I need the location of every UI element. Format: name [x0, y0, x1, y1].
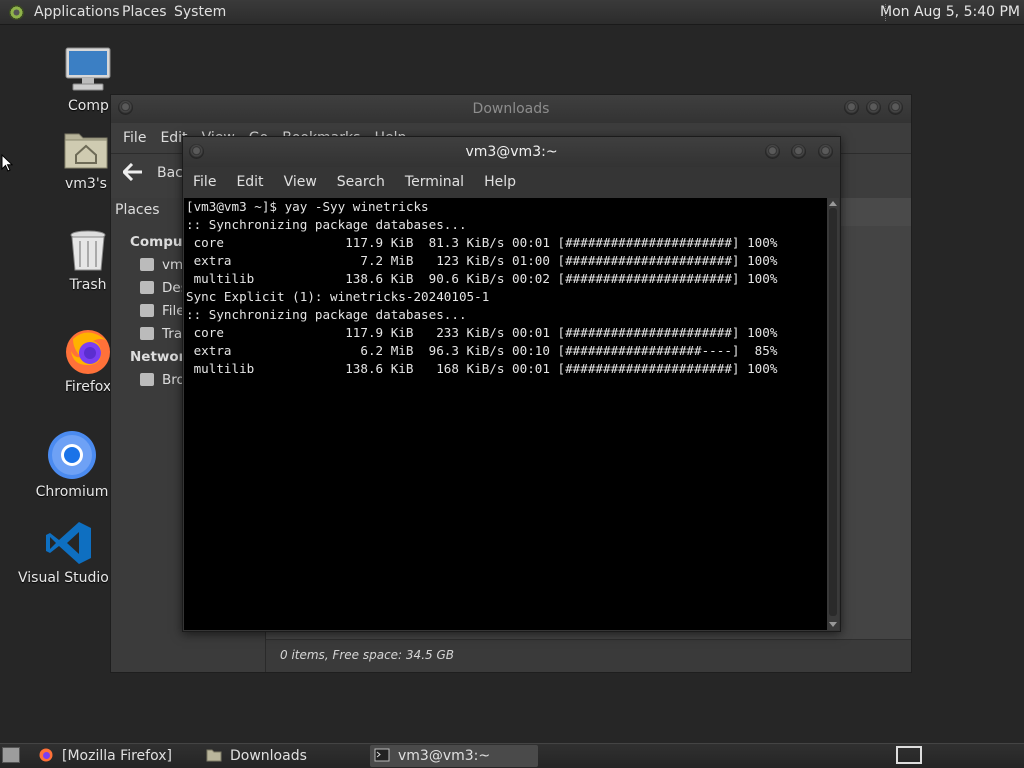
close-button[interactable]	[818, 144, 833, 159]
menu-file[interactable]: File	[123, 130, 146, 146]
desktop-icon-label: Chromium	[35, 484, 109, 500]
terminal-line: multilib 138.6 KiB 90.6 KiB/s 00:02 [###…	[186, 271, 778, 286]
terminal-icon	[374, 748, 390, 762]
bottom-taskbar: [Mozilla Firefox] Downloads vm3@vm3:~	[0, 743, 1024, 768]
mouse-pointer-icon	[1, 154, 13, 172]
terminal-line: :: Synchronizing package databases...	[186, 217, 467, 232]
network-icon	[140, 373, 154, 386]
status-text: 0 items, Free space: 34.5 GB	[280, 648, 454, 662]
menu-search[interactable]: Search	[337, 174, 385, 190]
drive-icon	[140, 304, 154, 317]
menu-view[interactable]: View	[284, 174, 317, 190]
window-title: vm3@vm3:~	[465, 144, 558, 160]
close-button[interactable]	[888, 100, 903, 115]
maximize-button[interactable]	[791, 144, 806, 159]
taskbar-item-label: vm3@vm3:~	[398, 748, 491, 764]
desktop-icon-vscode[interactable]: Visual Studio Code	[18, 520, 112, 586]
menu-edit[interactable]: Edit	[236, 174, 263, 190]
workspace-switcher[interactable]	[896, 746, 922, 764]
taskbar-item-terminal[interactable]: vm3@vm3:~	[370, 745, 538, 767]
vscode-icon	[46, 522, 91, 564]
terminal-scrollbar[interactable]	[827, 198, 839, 630]
terminal-line: :: Synchronizing package databases...	[186, 307, 467, 322]
taskbar-item-firefox[interactable]: [Mozilla Firefox]	[38, 745, 198, 767]
home-folder-icon	[64, 133, 108, 169]
terminal-titlebar[interactable]: vm3@vm3:~	[183, 137, 840, 167]
chromium-icon	[48, 431, 96, 479]
desktop-icon-chromium[interactable]: Chromium	[32, 430, 112, 500]
trash-icon	[70, 230, 106, 271]
terminal-window[interactable]: vm3@vm3:~ File Edit View Search Terminal Help…	[182, 136, 841, 632]
clock[interactable]: Mon Aug 5, 5:40 PM	[880, 0, 1020, 25]
computer-icon	[65, 47, 111, 91]
window-menu-button[interactable]	[189, 144, 204, 159]
terminal-line: Sync Explicit (1): winetricks-20240105-1	[186, 289, 490, 304]
taskbar-item-downloads[interactable]: Downloads	[206, 745, 366, 767]
terminal-line: [vm3@vm3 ~]$ yay -Syy winetricks	[186, 199, 429, 214]
scroll-up-icon[interactable]	[829, 201, 837, 206]
window-title: Downloads	[472, 101, 550, 117]
terminal-line: core 117.9 KiB 233 KiB/s 00:01 [########…	[186, 325, 778, 340]
taskbar-item-label: [Mozilla Firefox]	[62, 748, 172, 764]
scroll-down-icon[interactable]	[829, 622, 837, 627]
folder-icon	[206, 749, 222, 762]
minimize-button[interactable]	[844, 100, 859, 115]
terminal-line: core 117.9 KiB 81.3 KiB/s 00:01 [#######…	[186, 235, 778, 250]
taskbar-item-label: Downloads	[230, 748, 307, 764]
terminal-line: multilib 138.6 KiB 168 KiB/s 00:01 [####…	[186, 361, 778, 376]
applications-menu[interactable]: Applications	[34, 0, 120, 25]
file-manager-titlebar[interactable]: Downloads	[111, 95, 911, 123]
terminal-line: extra 7.2 MiB 123 KiB/s 01:00 [#########…	[186, 253, 778, 268]
firefox-icon	[66, 330, 110, 374]
maximize-button[interactable]	[866, 100, 881, 115]
home-icon	[140, 258, 154, 271]
terminal-output[interactable]: [vm3@vm3 ~]$ yay -Syy winetricks :: Sync…	[184, 198, 827, 630]
places-menu[interactable]: Places	[122, 0, 167, 25]
terminal-line: extra 6.2 MiB 96.3 KiB/s 00:10 [########…	[186, 343, 778, 358]
top-panel: Applications Places System Mon Aug 5, 5:…	[0, 0, 1024, 25]
minimize-button[interactable]	[765, 144, 780, 159]
desktop-icon-label: Visual Studio Code	[18, 570, 112, 586]
system-menu[interactable]: System	[174, 0, 226, 25]
back-arrow-icon	[123, 163, 142, 181]
firefox-icon	[39, 748, 53, 762]
desktop-icon	[140, 281, 154, 294]
places-dropdown[interactable]: Places	[115, 202, 160, 218]
menu-file[interactable]: File	[193, 174, 216, 190]
applications-logo-icon[interactable]	[9, 5, 24, 20]
menu-help[interactable]: Help	[484, 174, 516, 190]
window-menu-button[interactable]	[118, 100, 133, 115]
status-bar: 0 items, Free space: 34.5 GB	[266, 639, 911, 672]
show-desktop-icon[interactable]	[2, 747, 20, 763]
scrollbar-thumb[interactable]	[829, 208, 837, 616]
menu-terminal[interactable]: Terminal	[405, 174, 464, 190]
terminal-menubar: File Edit View Search Terminal Help	[183, 167, 840, 197]
trash-icon	[140, 327, 154, 340]
